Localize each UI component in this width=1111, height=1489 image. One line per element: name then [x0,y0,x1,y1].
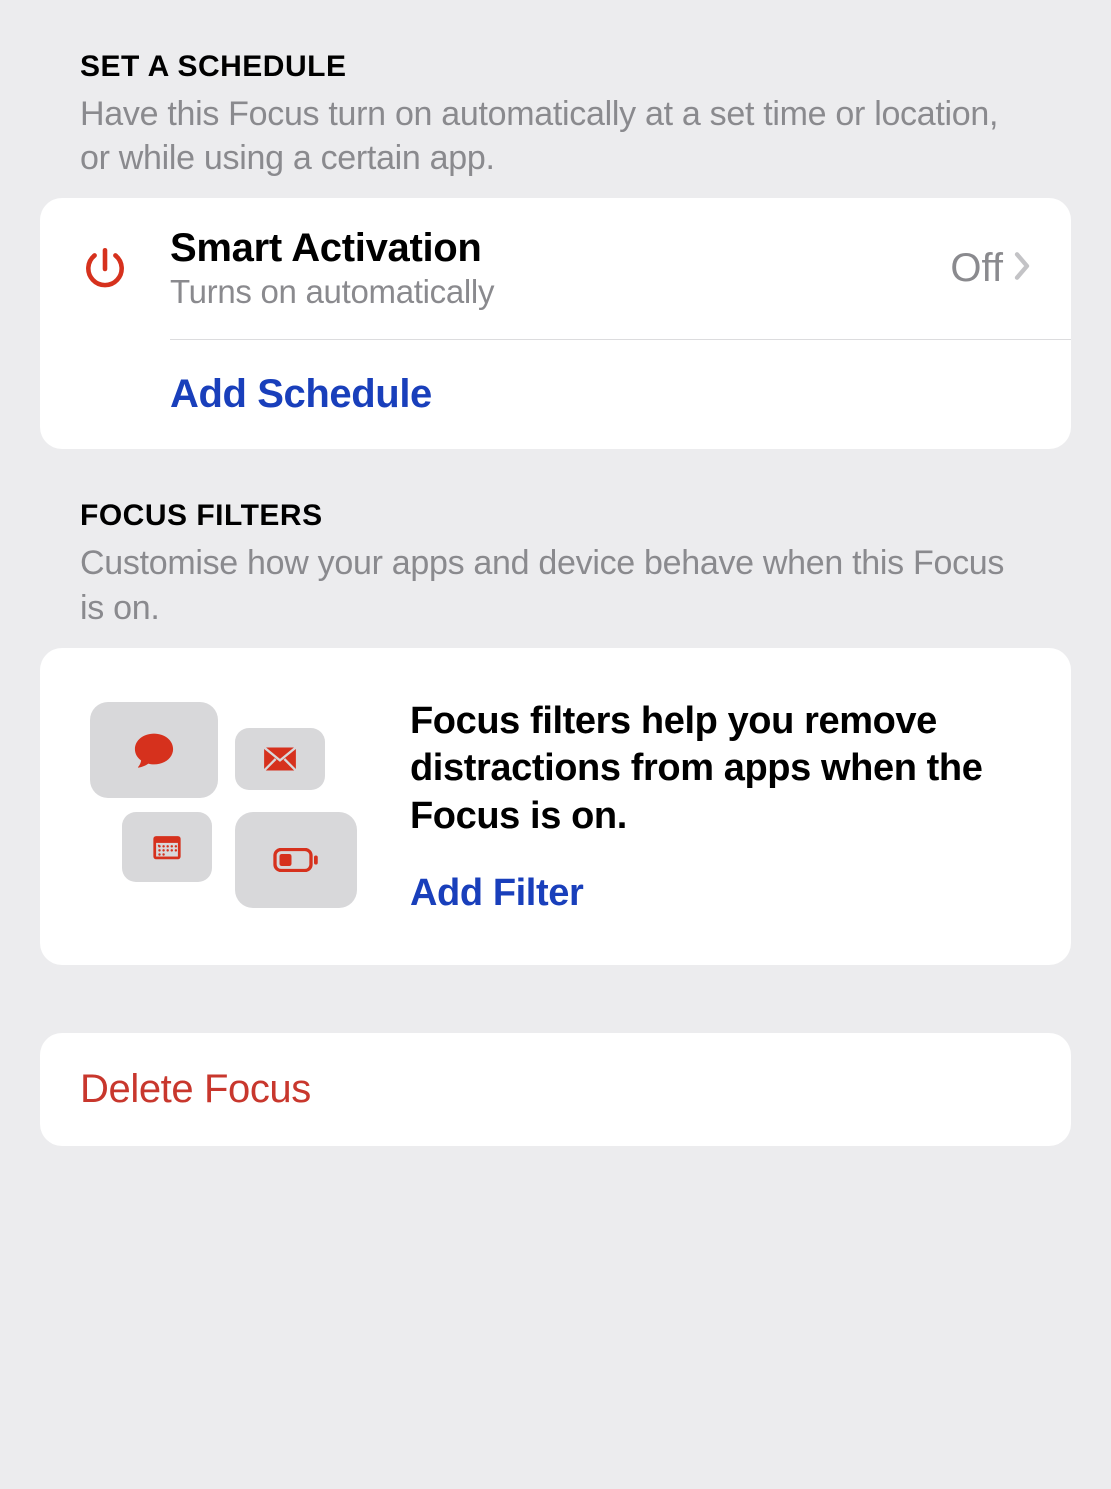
filters-card: Focus filters help you remove distractio… [40,648,1071,966]
filters-section-title: FOCUS FILTERS [80,499,1031,533]
add-filter-button[interactable]: Add Filter [410,872,1031,915]
filters-section-desc: Customise how your apps and device behav… [80,541,1031,629]
smart-activation-value: Off [950,246,1003,291]
calendar-icon [122,812,212,882]
filters-graphic [90,702,360,912]
schedule-section-header: SET A SCHEDULE Have this Focus turn on a… [0,0,1111,198]
smart-activation-subtitle: Turns on automatically [170,273,950,311]
smart-activation-trailing: Off [950,246,1031,291]
smart-activation-row[interactable]: Smart Activation Turns on automatically … [40,198,1071,339]
filters-section-header: FOCUS FILTERS Customise how your apps an… [0,449,1111,647]
schedule-section-desc: Have this Focus turn on automatically at… [80,92,1031,180]
add-schedule-button[interactable]: Add Schedule [40,340,1071,449]
battery-icon [235,812,357,908]
add-schedule-label: Add Schedule [170,372,432,416]
chevron-right-icon [1013,251,1031,286]
delete-focus-label: Delete Focus [80,1067,311,1111]
schedule-card: Smart Activation Turns on automatically … [40,198,1071,449]
power-icon [80,244,170,294]
smart-activation-body: Smart Activation Turns on automatically [170,226,950,311]
chat-bubble-icon [90,702,218,798]
smart-activation-title: Smart Activation [170,226,950,271]
schedule-section-title: SET A SCHEDULE [80,50,1031,84]
mail-icon [235,728,325,790]
delete-focus-button[interactable]: Delete Focus [40,1033,1071,1146]
filters-description: Focus filters help you remove distractio… [410,698,1031,841]
